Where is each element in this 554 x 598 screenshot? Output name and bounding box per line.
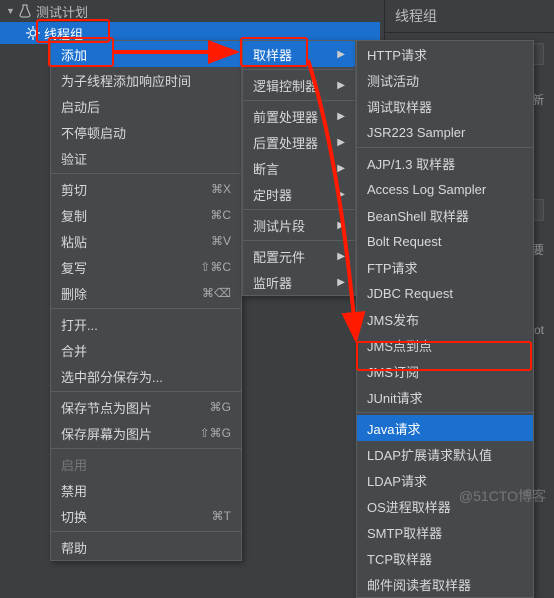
sampler-item[interactable]: JSR223 Sampler: [357, 119, 533, 145]
chevron-right-icon: ▶: [337, 189, 345, 200]
sampler-item[interactable]: 调试取样器: [357, 93, 533, 119]
menu-separator: [51, 308, 241, 309]
tree-root-label: 测试计划: [36, 2, 88, 21]
sampler-item[interactable]: HTTP请求: [357, 41, 533, 67]
panel-title: 线程组: [385, 0, 554, 33]
sampler-item[interactable]: Java请求: [357, 415, 533, 441]
menu-separator: [357, 147, 533, 148]
gear-icon: [24, 26, 42, 40]
context-menu: 添加 ▶ 为子线程添加响应时间 启动后 不停顿启动 验证 剪切⌘X 复制⌘C 粘…: [50, 40, 242, 561]
sampler-item[interactable]: AJP/1.3 取样器: [357, 150, 533, 176]
chevron-right-icon: ▶: [337, 163, 345, 174]
submenu-add: 取样器▶ 逻辑控制器▶ 前置处理器▶ 后置处理器▶ 断言▶ 定时器▶ 测试片段▶…: [242, 40, 356, 296]
menu-item-copy[interactable]: 复制⌘C: [51, 202, 241, 228]
sampler-item[interactable]: JDBC Request: [357, 280, 533, 306]
tree-collapse-icon[interactable]: ▼: [6, 6, 16, 16]
menu-item-config-element[interactable]: 配置元件▶: [243, 243, 355, 269]
menu-item-help[interactable]: 帮助: [51, 534, 241, 560]
menu-item-test-fragment[interactable]: 测试片段▶: [243, 212, 355, 238]
menu-item-delete[interactable]: 删除⌘⌫: [51, 280, 241, 306]
menu-item-post-processor[interactable]: 后置处理器▶: [243, 129, 355, 155]
sampler-item[interactable]: JUnit请求: [357, 384, 533, 410]
menu-item-merge[interactable]: 合并: [51, 337, 241, 363]
menu-item-enable[interactable]: 启用: [51, 451, 241, 477]
submenu-sampler: HTTP请求测试活动调试取样器JSR223 Sampler AJP/1.3 取样器…: [356, 40, 534, 598]
chevron-right-icon: ▶: [337, 220, 345, 231]
menu-item-add-think-time[interactable]: 为子线程添加响应时间: [51, 67, 241, 93]
menu-item-assertion[interactable]: 断言▶: [243, 155, 355, 181]
sampler-item[interactable]: JMS发布: [357, 306, 533, 332]
menu-item-save-node-img[interactable]: 保存节点为图片⌘G: [51, 394, 241, 420]
tree-root[interactable]: ▼ 测试计划: [0, 0, 380, 22]
menu-item-disable[interactable]: 禁用: [51, 477, 241, 503]
sampler-item[interactable]: JMS点到点: [357, 332, 533, 358]
menu-item-logic-controller[interactable]: 逻辑控制器▶: [243, 72, 355, 98]
menu-separator: [51, 448, 241, 449]
menu-item-save-screen-img[interactable]: 保存屏幕为图片⇧⌘G: [51, 420, 241, 446]
sampler-item[interactable]: SMTP取样器: [357, 519, 533, 545]
sampler-item[interactable]: BeanShell 取样器: [357, 202, 533, 228]
sampler-item[interactable]: FTP请求: [357, 254, 533, 280]
menu-separator: [243, 209, 355, 210]
chevron-right-icon: ▶: [337, 251, 345, 262]
menu-separator: [243, 69, 355, 70]
sampler-item[interactable]: Access Log Sampler: [357, 176, 533, 202]
menu-item-pre-processor[interactable]: 前置处理器▶: [243, 103, 355, 129]
sampler-item[interactable]: TCP取样器: [357, 545, 533, 571]
menu-separator: [243, 240, 355, 241]
menu-item-paste[interactable]: 粘贴⌘V: [51, 228, 241, 254]
menu-item-cut[interactable]: 剪切⌘X: [51, 176, 241, 202]
menu-item-verify[interactable]: 验证: [51, 145, 241, 171]
menu-separator: [51, 391, 241, 392]
chevron-right-icon: ▶: [337, 80, 345, 91]
menu-item-save-selection[interactable]: 选中部分保存为...: [51, 363, 241, 389]
menu-separator: [357, 412, 533, 413]
menu-item-toggle[interactable]: 切换⌘T: [51, 503, 241, 529]
sampler-item[interactable]: 测试活动: [357, 67, 533, 93]
sampler-item[interactable]: JMS订阅: [357, 358, 533, 384]
menu-separator: [51, 173, 241, 174]
menu-item-nonstop-start[interactable]: 不停顿启动: [51, 119, 241, 145]
menu-separator: [51, 531, 241, 532]
watermark: @51CTO博客: [459, 486, 546, 506]
chevron-right-icon: ▶: [337, 49, 345, 60]
test-plan-tree: ▼ 测试计划 线程组: [0, 0, 380, 44]
menu-item-start[interactable]: 启动后: [51, 93, 241, 119]
sampler-item[interactable]: Bolt Request: [357, 228, 533, 254]
sampler-item[interactable]: LDAP扩展请求默认值: [357, 441, 533, 467]
chevron-right-icon: ▶: [337, 137, 345, 148]
chevron-right-icon: ▶: [223, 49, 231, 60]
chevron-right-icon: ▶: [337, 111, 345, 122]
menu-item-timer[interactable]: 定时器▶: [243, 181, 355, 207]
sampler-item[interactable]: 邮件阅读者取样器: [357, 571, 533, 597]
menu-item-duplicate[interactable]: 复写⇧⌘C: [51, 254, 241, 280]
menu-item-sampler[interactable]: 取样器▶: [243, 41, 355, 67]
chevron-right-icon: ▶: [337, 277, 345, 288]
menu-item-open[interactable]: 打开...: [51, 311, 241, 337]
flask-icon: [16, 4, 34, 18]
menu-item-add[interactable]: 添加 ▶: [51, 41, 241, 67]
menu-item-listener[interactable]: 监听器▶: [243, 269, 355, 295]
menu-separator: [243, 100, 355, 101]
